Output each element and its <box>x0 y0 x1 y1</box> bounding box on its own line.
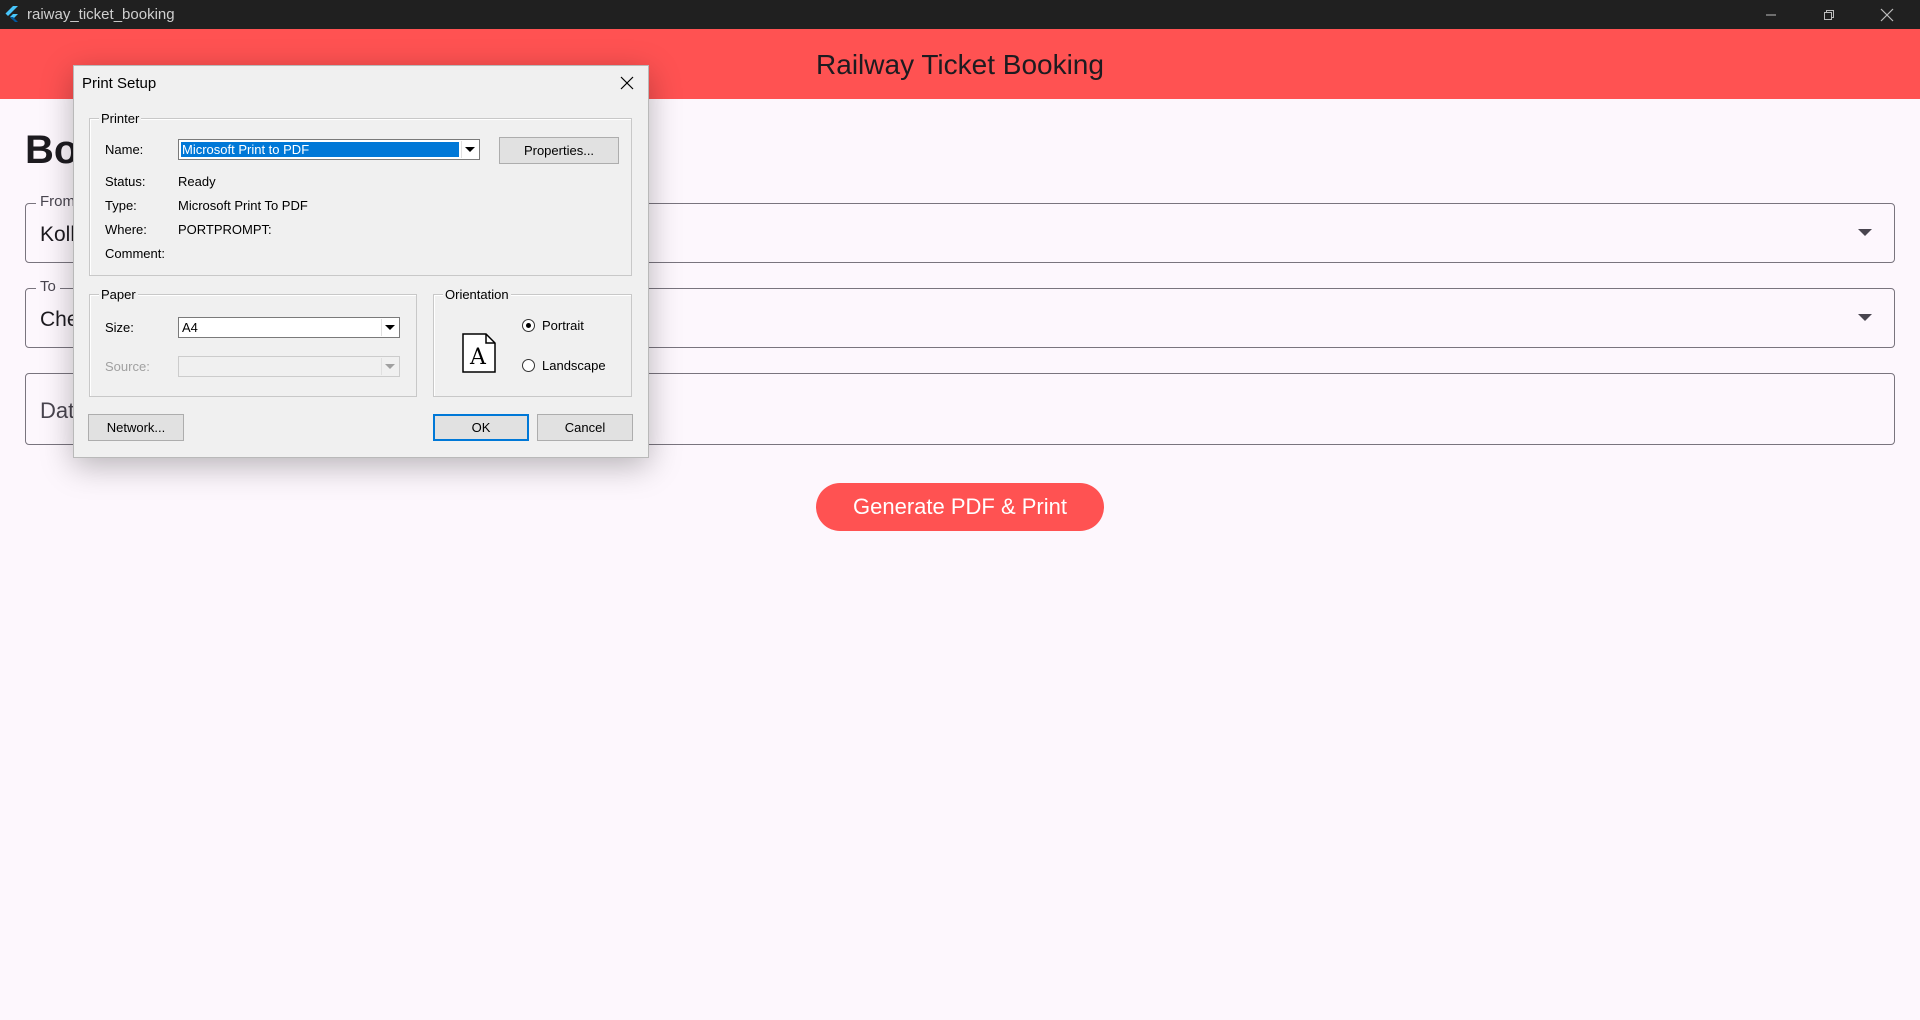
restore-button[interactable] <box>1800 0 1858 29</box>
orientation-group: Orientation A Portrait Landscape <box>433 287 632 397</box>
portrait-label: Portrait <box>542 318 584 333</box>
printer-group-legend: Printer <box>99 111 142 126</box>
minimize-icon <box>1766 14 1776 15</box>
ok-button[interactable]: OK <box>433 414 529 441</box>
print-setup-dialog: Print Setup Printer Name: Microsoft Prin… <box>73 65 649 458</box>
landscape-label: Landscape <box>542 358 606 373</box>
paper-size-label: Size: <box>105 320 134 335</box>
dropdown-arrow-icon <box>381 358 398 375</box>
printer-status-value: Ready <box>178 174 216 189</box>
window-close-button[interactable] <box>1858 0 1916 29</box>
portrait-radio[interactable]: Portrait <box>522 318 584 333</box>
cancel-button[interactable]: Cancel <box>537 414 633 441</box>
paper-group: Paper Size: A4 Source: <box>89 287 417 397</box>
dropdown-arrow-icon[interactable] <box>461 141 478 158</box>
portrait-page-icon: A <box>462 333 496 373</box>
flutter-logo-icon <box>5 6 18 22</box>
close-icon <box>1880 8 1894 21</box>
paper-group-legend: Paper <box>99 287 138 302</box>
printer-where-label: Where: <box>105 222 147 237</box>
from-value: Koll <box>40 223 76 246</box>
printer-where-value: PORTPROMPT: <box>178 222 272 237</box>
printer-status-label: Status: <box>105 174 146 189</box>
printer-name-label: Name: <box>105 142 144 157</box>
landscape-radio-indicator[interactable] <box>522 359 535 372</box>
properties-button[interactable]: Properties... <box>499 137 619 164</box>
printer-type-label: Type: <box>105 198 137 213</box>
printer-group: Printer Name: Microsoft Print to PDF Pro… <box>89 111 632 276</box>
portrait-radio-indicator[interactable] <box>522 319 535 332</box>
paper-size-value: A4 <box>182 320 198 335</box>
window-title: raiway_ticket_booking <box>27 6 175 23</box>
printer-name-select[interactable]: Microsoft Print to PDF <box>178 139 480 160</box>
page-heading: Bo <box>25 128 79 172</box>
minimize-button[interactable] <box>1742 0 1800 29</box>
dropdown-arrow-icon[interactable] <box>381 319 398 336</box>
to-label: To <box>36 278 60 295</box>
paper-source-label: Source: <box>105 359 150 374</box>
generate-pdf-print-button[interactable]: Generate PDF & Print <box>816 483 1104 531</box>
printer-type-value: Microsoft Print To PDF <box>178 198 308 213</box>
restore-icon <box>1824 9 1834 20</box>
network-button[interactable]: Network... <box>88 414 184 441</box>
dropdown-arrow-icon <box>1858 314 1872 321</box>
printer-comment-label: Comment: <box>105 246 165 261</box>
window-titlebar: raiway_ticket_booking <box>0 0 1920 29</box>
orientation-group-legend: Orientation <box>443 287 511 302</box>
dialog-title: Print Setup <box>82 75 157 92</box>
printer-name-value: Microsoft Print to PDF <box>181 142 459 157</box>
paper-source-value <box>181 359 379 374</box>
close-icon <box>620 76 634 90</box>
landscape-radio[interactable]: Landscape <box>522 358 606 373</box>
paper-size-select[interactable]: A4 <box>178 317 400 338</box>
dropdown-arrow-icon <box>1858 229 1872 236</box>
date-placeholder: Dat <box>40 398 75 423</box>
paper-source-select <box>178 356 400 377</box>
dialog-close-button[interactable] <box>618 74 636 92</box>
orientation-icon-letter: A <box>469 345 487 370</box>
